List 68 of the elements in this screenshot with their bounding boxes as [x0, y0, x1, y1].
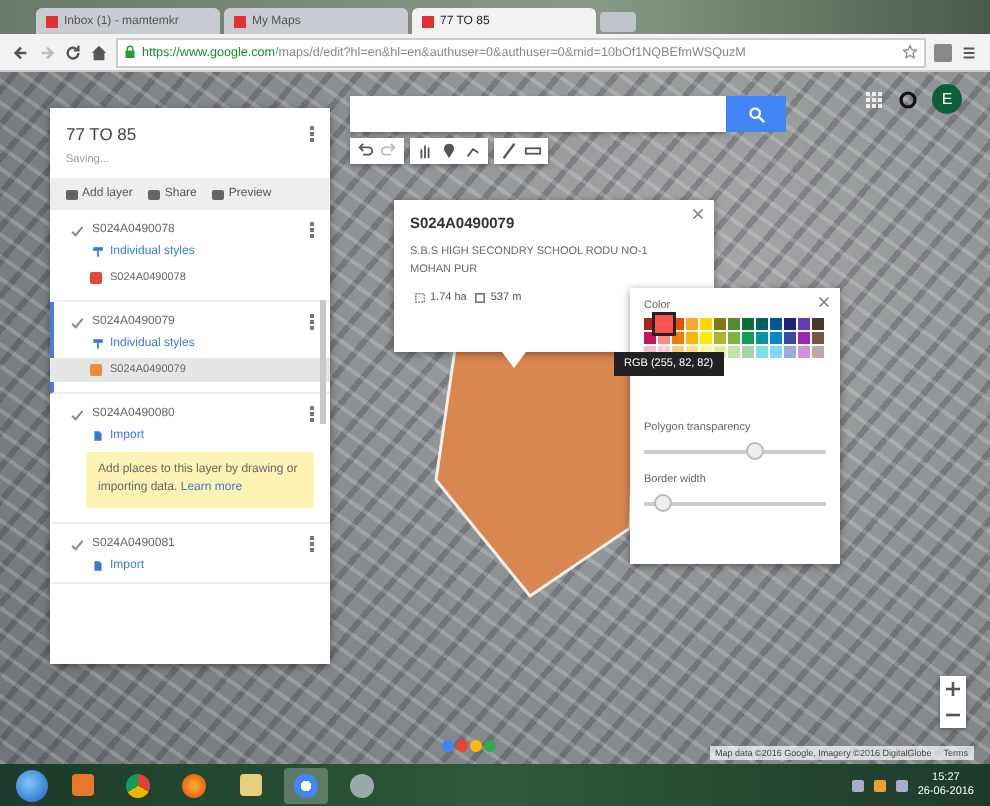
color-swatch[interactable] — [742, 332, 754, 344]
search-icon — [747, 105, 765, 123]
checkmark-icon[interactable] — [70, 537, 84, 551]
lock-icon — [124, 44, 136, 60]
color-swatch[interactable] — [798, 332, 810, 344]
zoom-in-button[interactable] — [940, 676, 966, 702]
color-swatch[interactable] — [812, 332, 824, 344]
checkmark-icon[interactable] — [70, 407, 84, 421]
color-swatch[interactable] — [728, 318, 740, 330]
document-icon — [92, 560, 104, 572]
marker-icon[interactable] — [440, 142, 458, 160]
color-swatch[interactable] — [700, 332, 712, 344]
color-swatch[interactable] — [714, 318, 726, 330]
color-swatch[interactable] — [742, 318, 754, 330]
color-swatch[interactable] — [742, 346, 754, 358]
color-swatch[interactable] — [756, 318, 768, 330]
paint-roller-icon — [92, 338, 104, 350]
redo-icon[interactable] — [380, 142, 398, 160]
color-swatch[interactable] — [770, 318, 782, 330]
color-swatch[interactable] — [784, 346, 796, 358]
page-favicon-icon — [422, 15, 434, 27]
document-icon — [92, 430, 104, 442]
color-swatch[interactable] — [812, 318, 824, 330]
color-swatch[interactable] — [686, 318, 698, 330]
undo-icon[interactable] — [356, 142, 374, 160]
color-swatch[interactable] — [812, 346, 824, 358]
search-field[interactable] — [350, 96, 726, 132]
start-button[interactable] — [16, 769, 48, 801]
logo-icon — [440, 736, 500, 756]
slider-thumb[interactable] — [654, 494, 673, 512]
close-icon[interactable] — [818, 296, 830, 308]
page-favicon-icon — [46, 15, 58, 27]
color-swatch[interactable] — [798, 318, 810, 330]
close-icon[interactable] — [692, 208, 704, 220]
color-swatch[interactable] — [728, 332, 740, 344]
scrollbar[interactable] — [320, 300, 326, 424]
color-swatch[interactable] — [770, 346, 782, 358]
search-button[interactable] — [726, 96, 786, 132]
paint-roller-icon — [92, 246, 104, 258]
area-icon — [414, 291, 426, 304]
color-swatch[interactable] — [714, 332, 726, 344]
map-title[interactable]: 77 TO 85 — [66, 124, 314, 144]
color-swatch[interactable] — [756, 332, 768, 344]
home-icon[interactable] — [90, 43, 108, 61]
perimeter-icon — [474, 291, 487, 304]
color-swatch[interactable] — [686, 332, 698, 344]
slider-thumb[interactable] — [745, 442, 764, 460]
back-icon[interactable] — [12, 43, 30, 61]
color-swatch[interactable] — [756, 346, 768, 358]
color-swatch[interactable] — [700, 318, 712, 330]
menu-icon[interactable] — [960, 43, 978, 61]
color-swatch[interactable] — [784, 318, 796, 330]
line-icon[interactable] — [464, 142, 482, 160]
star-icon[interactable] — [902, 44, 918, 60]
checkmark-icon[interactable] — [70, 315, 84, 329]
color-swatch[interactable] — [728, 346, 740, 358]
account-avatar[interactable]: E — [932, 84, 962, 114]
color-swatch[interactable] — [798, 346, 810, 358]
apps-grid-icon[interactable] — [864, 89, 884, 109]
checkmark-icon[interactable] — [70, 223, 84, 237]
color-swatch[interactable] — [770, 332, 782, 344]
browser-icon[interactable] — [284, 767, 328, 803]
ruler-icon[interactable] — [524, 142, 542, 160]
page-favicon-icon — [234, 15, 246, 27]
extension-icon[interactable] — [934, 43, 952, 61]
reload-icon[interactable] — [64, 43, 82, 61]
color-swatch[interactable] — [655, 315, 673, 333]
color-swatch[interactable] — [784, 332, 796, 344]
